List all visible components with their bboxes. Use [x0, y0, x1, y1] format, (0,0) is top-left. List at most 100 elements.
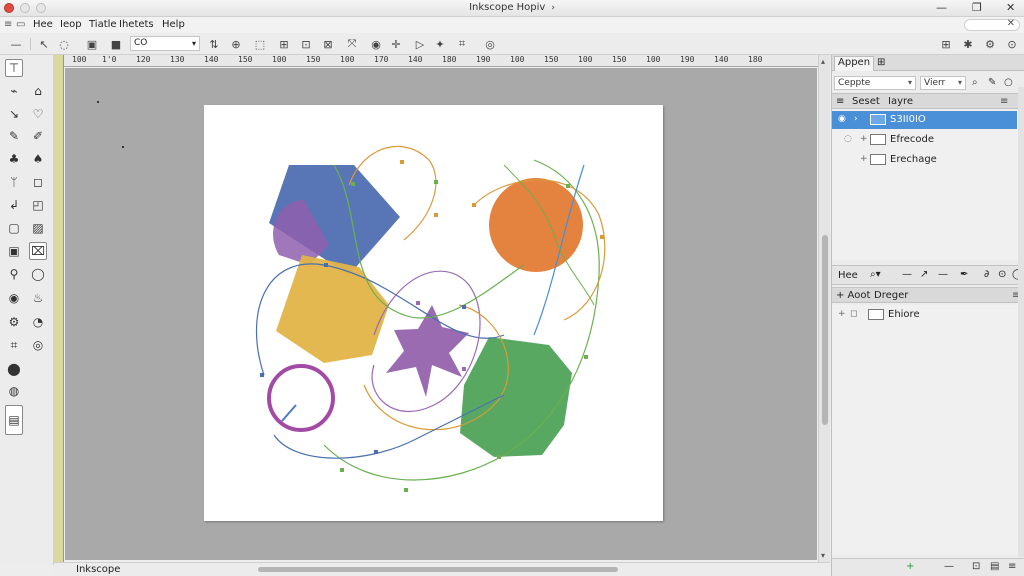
- target-icon[interactable]: ⊕: [228, 36, 244, 52]
- menu-view[interactable]: Tiatle: [89, 19, 117, 30]
- node-handle[interactable]: [351, 182, 355, 186]
- node-handle[interactable]: [434, 213, 438, 217]
- node-icon[interactable]: ⊠: [320, 36, 336, 52]
- canvas-horizontal-scrollbar[interactable]: [204, 565, 824, 574]
- drawing-artwork[interactable]: [204, 105, 663, 521]
- node-handle[interactable]: [324, 263, 328, 267]
- remove-icon[interactable]: —: [944, 561, 954, 572]
- align-icon[interactable]: ⇅: [206, 36, 222, 52]
- canvas-area[interactable]: [65, 68, 817, 560]
- save-icon[interactable]: ▣: [84, 36, 100, 52]
- pencil-tool-icon[interactable]: ✐: [29, 127, 47, 145]
- layers-menu-icon[interactable]: ≡: [836, 96, 844, 107]
- selector-tool-icon[interactable]: ⊤: [5, 59, 23, 77]
- node-tool-icon[interactable]: ⌁: [5, 82, 23, 100]
- scroll-up-icon[interactable]: ▴: [821, 57, 825, 66]
- zoom-icon[interactable]: ⌕▾: [870, 269, 881, 280]
- mesh-tool-icon[interactable]: ▨: [29, 219, 47, 237]
- history-icon[interactable]: ⊙: [1004, 36, 1020, 52]
- object-row[interactable]: + ◻ Ehiore: [832, 306, 1017, 324]
- pointer-icon[interactable]: ↗: [920, 269, 928, 280]
- node-handle[interactable]: [566, 184, 570, 188]
- expand-icon[interactable]: +: [838, 309, 846, 319]
- pen-tool-icon[interactable]: ✎: [5, 127, 23, 145]
- expand-icon[interactable]: ›: [854, 114, 858, 124]
- tweak-tool-icon[interactable]: ⌂: [29, 82, 47, 100]
- menu-edit[interactable]: Ieop: [60, 19, 82, 30]
- collapse-icon[interactable]: —: [8, 36, 24, 52]
- close-search-icon[interactable]: ✕: [1007, 18, 1015, 29]
- swirl-tool-icon[interactable]: ◎: [29, 336, 47, 354]
- node-handle[interactable]: [340, 468, 344, 472]
- select-arrow-icon[interactable]: ↖: [36, 36, 52, 52]
- horizontal-scroll-thumb[interactable]: [258, 567, 618, 572]
- spray-tool-icon[interactable]: ♠: [29, 150, 47, 168]
- play-icon[interactable]: ▷: [412, 36, 428, 52]
- brush-tool-icon[interactable]: ♨: [29, 289, 47, 307]
- eraser-tool-icon[interactable]: ⚲: [5, 265, 23, 283]
- lock-bottom-icon[interactable]: ⊡: [972, 561, 980, 572]
- add-icon[interactable]: +: [906, 561, 914, 572]
- snap-icon[interactable]: ⊡: [298, 36, 314, 52]
- node-handle[interactable]: [472, 203, 476, 207]
- menu-file[interactable]: Hee: [33, 19, 53, 30]
- tab-layers[interactable]: Iayre: [888, 96, 913, 107]
- object-box-icon[interactable]: ◻: [850, 309, 857, 319]
- duplicate-icon[interactable]: ▤: [990, 561, 999, 572]
- scroll-down-icon[interactable]: ▾: [821, 551, 825, 560]
- layer-row[interactable]: ◉ › S3II0IO: [832, 111, 1017, 129]
- preferences-icon[interactable]: ✱: [960, 36, 976, 52]
- fill-tool-icon[interactable]: ⬤: [5, 360, 23, 378]
- ruler-icon[interactable]: ▭: [16, 19, 25, 30]
- node-handle[interactable]: [584, 355, 588, 359]
- fill-box-icon[interactable]: ■: [108, 36, 124, 52]
- dropper-tool-icon[interactable]: ▣: [5, 242, 23, 260]
- visibility-icon[interactable]: ◉: [838, 114, 846, 124]
- connector-tool-icon[interactable]: ↲: [5, 196, 23, 214]
- yellow-polygon-shape[interactable]: [276, 255, 389, 363]
- box3d-tool-icon[interactable]: ◰: [29, 196, 47, 214]
- green-polygon-shape[interactable]: [460, 337, 572, 457]
- help-icon[interactable]: ◎: [482, 36, 498, 52]
- node-handle[interactable]: [462, 367, 466, 371]
- menu-search-input[interactable]: ✕: [964, 18, 1020, 31]
- dock-scrollbar[interactable]: [1018, 87, 1024, 557]
- crop-tool-icon[interactable]: ⌗: [5, 336, 23, 354]
- settings-small-icon[interactable]: ⊙: [998, 269, 1006, 280]
- layer-row[interactable]: + Erechage: [832, 151, 1017, 169]
- rotate-icon[interactable]: ◌: [56, 36, 72, 52]
- layers-options-icon[interactable]: ≡: [1000, 96, 1008, 107]
- node-handle[interactable]: [497, 455, 501, 459]
- canvas-vertical-scrollbar[interactable]: ▴ ▾: [818, 55, 830, 565]
- menu-help[interactable]: Help: [162, 19, 185, 30]
- orange-circle-shape[interactable]: [489, 178, 583, 272]
- restore-icon[interactable]: ❐: [972, 1, 982, 14]
- layer-row[interactable]: ◌ + Efrecode: [832, 131, 1017, 149]
- menu-objects[interactable]: Ihetets: [119, 19, 154, 30]
- lock-icon[interactable]: +: [860, 154, 868, 164]
- node-handle[interactable]: [462, 305, 466, 309]
- link-icon[interactable]: ∂: [984, 269, 989, 280]
- paint-bucket-tool-icon[interactable]: ⌧: [29, 242, 47, 260]
- tab-objects[interactable]: Dreger: [874, 290, 908, 301]
- node-handle[interactable]: [374, 450, 378, 454]
- dock-combo-1[interactable]: Ceppte ▾: [834, 76, 916, 90]
- close-icon[interactable]: ✕: [1006, 1, 1015, 14]
- color-swatch-icon[interactable]: ▤: [5, 405, 23, 435]
- measure-icon[interactable]: ⌗: [454, 36, 470, 52]
- node-handle[interactable]: [400, 160, 404, 164]
- rect-tool-icon[interactable]: ◻: [29, 173, 47, 191]
- spiral-tool-icon[interactable]: ◉: [5, 289, 23, 307]
- cross-icon[interactable]: ✛: [388, 36, 404, 52]
- join-icon[interactable]: ⤧: [344, 36, 360, 52]
- settings-icon[interactable]: ⚙: [982, 36, 998, 52]
- menu-bottom-icon[interactable]: ≡: [1008, 561, 1016, 572]
- pen-icon[interactable]: ✒: [960, 269, 968, 280]
- document-page[interactable]: [204, 105, 663, 521]
- violet-star-shape[interactable]: [386, 305, 469, 397]
- zoom-tool-icon[interactable]: ↘: [5, 105, 23, 123]
- measure-tool-icon[interactable]: ♡: [29, 105, 47, 123]
- tab-appearance[interactable]: Appen: [834, 56, 875, 71]
- node-handle[interactable]: [434, 180, 438, 184]
- tab-add-object[interactable]: + Aoot: [836, 290, 870, 301]
